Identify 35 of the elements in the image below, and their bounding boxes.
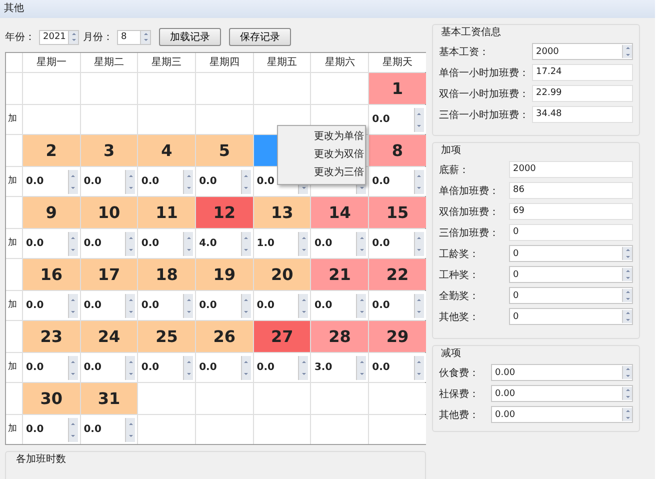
column-header: 星期四 bbox=[196, 53, 253, 72]
field-label: 单倍一小时加班费： bbox=[439, 66, 530, 80]
field-label: 基本工资： bbox=[439, 46, 490, 58]
row-label: 加 bbox=[6, 291, 22, 320]
field-label: 全勤奖： bbox=[439, 290, 480, 302]
month-label: 月份： bbox=[83, 31, 113, 44]
row-label: 加 bbox=[6, 167, 22, 196]
group-title: 加项 bbox=[441, 144, 462, 157]
field-label: 社保费： bbox=[439, 388, 480, 400]
field-label: 工种奖： bbox=[439, 268, 480, 282]
column-header: 星期天 bbox=[369, 53, 426, 72]
column-header: 星期二 bbox=[80, 53, 138, 72]
field-label: 伙食费： bbox=[439, 366, 480, 380]
field-label: 底薪： bbox=[439, 164, 470, 176]
field-label: 工龄奖： bbox=[439, 248, 480, 260]
row-label: 加 bbox=[6, 415, 22, 444]
group-title: 基本工资信息 bbox=[441, 26, 502, 39]
group-title: 减项 bbox=[441, 346, 462, 360]
column-header: 星期一 bbox=[23, 53, 80, 72]
field-label: 三倍加班费： bbox=[439, 226, 500, 240]
field-label: 双倍加班费： bbox=[439, 206, 500, 218]
row-label: 加 bbox=[6, 105, 22, 134]
year-label: 年份： bbox=[5, 31, 35, 44]
group-title: 各加班时数 bbox=[16, 452, 67, 466]
column-header: 星期五 bbox=[254, 53, 310, 72]
window-title: 其他 bbox=[0, 0, 655, 18]
field-label: 其他费： bbox=[439, 408, 480, 422]
column-header: 星期三 bbox=[138, 53, 196, 72]
column-header: 星期六 bbox=[311, 53, 368, 72]
field-label: 双倍一小时加班费： bbox=[439, 88, 530, 100]
row-label: 加 bbox=[6, 353, 22, 382]
field-label: 三倍一小时加班费： bbox=[439, 108, 530, 122]
field-label: 单倍加班费： bbox=[439, 184, 500, 198]
field-label: 其他奖： bbox=[439, 310, 480, 324]
row-label: 加 bbox=[6, 229, 22, 258]
